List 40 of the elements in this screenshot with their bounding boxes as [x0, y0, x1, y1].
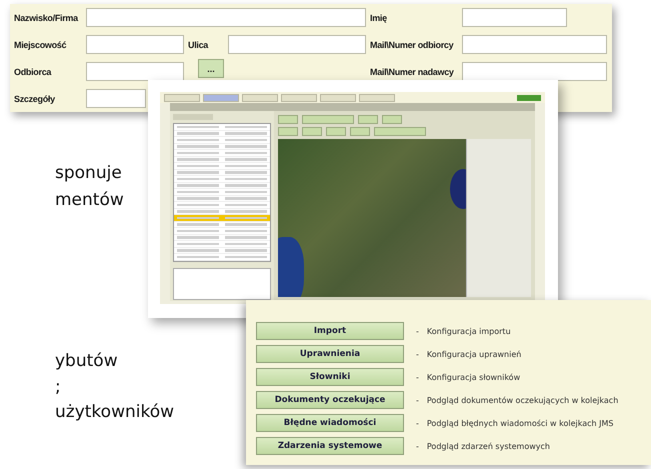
field-label: Odbiorca — [14, 66, 52, 76]
bullet-dash: - — [416, 350, 419, 358]
browse-button[interactable]: ... — [198, 59, 224, 78]
input-field[interactable] — [86, 62, 184, 81]
bullet-dash: - — [416, 326, 419, 336]
body-text: ; — [55, 377, 61, 397]
field-label: Szczegóły — [14, 94, 56, 104]
input-field[interactable] — [86, 8, 366, 27]
input-field[interactable] — [86, 89, 146, 108]
menu-button[interactable]: Dokumenty oczekujące — [256, 391, 404, 409]
field-label: Ulica — [188, 40, 210, 50]
body-text: ybutów — [55, 351, 118, 371]
menu-button[interactable]: Zdarzenia systemowe — [256, 437, 404, 455]
menu-button[interactable]: Uprawnienia — [256, 345, 404, 363]
field-label: Nazwisko/Firma — [14, 12, 80, 22]
field-label: Mail\Numer nadawcy — [370, 66, 455, 76]
field-label: Miejscowość — [14, 40, 68, 50]
bullet-dash: - — [416, 418, 419, 428]
menu-description: Konfiguracja uprawnień — [426, 350, 522, 358]
menu-description: Podgląd dokumentów oczekujących w kolejkach — [426, 396, 618, 404]
field-label: Imię — [370, 12, 388, 22]
bullet-dash: - — [416, 442, 419, 450]
menu-button[interactable]: Słowniki — [256, 368, 404, 386]
menu-description: Konfiguracja importu — [426, 326, 511, 336]
menu-description: Podgląd błędnych wiadomości w kolejkach JMS — [426, 418, 614, 428]
menu-button[interactable]: Import — [256, 322, 404, 340]
input-field[interactable] — [86, 35, 184, 54]
body-text: sponuje — [55, 163, 122, 183]
input-field[interactable] — [462, 62, 607, 81]
menu-description: Konfiguracja słowników — [426, 372, 520, 382]
body-text: mentów — [55, 190, 124, 210]
field-label: Mail\Numer odbiorcy — [370, 40, 454, 50]
menu-button[interactable]: Błędne wiadomości — [256, 414, 404, 432]
input-field[interactable] — [462, 8, 567, 27]
body-text: użytkowników — [55, 402, 174, 422]
bullet-dash: - — [416, 396, 419, 404]
input-field[interactable] — [462, 35, 607, 54]
bullet-dash: - — [416, 372, 419, 382]
menu-description: Podgląd zdarzeń systemowych — [426, 442, 550, 450]
input-field[interactable] — [228, 35, 366, 54]
